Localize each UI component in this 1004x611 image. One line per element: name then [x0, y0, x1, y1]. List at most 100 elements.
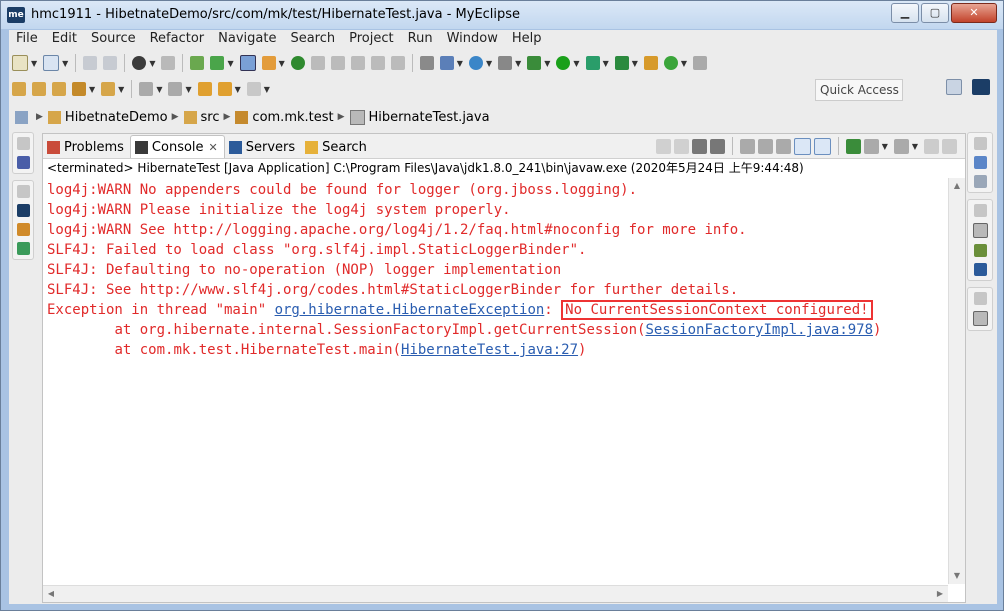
terminate-icon[interactable] [673, 138, 689, 154]
deploy-icon[interactable] [190, 56, 205, 70]
remove-all-icon[interactable] [709, 138, 725, 154]
restore-icon-5[interactable] [973, 292, 987, 305]
menu-window[interactable]: Window [440, 30, 505, 50]
tool-icon-1[interactable] [310, 56, 325, 70]
menu-search[interactable]: Search [283, 30, 342, 50]
display-console-icon[interactable] [863, 138, 879, 154]
chart-icon[interactable] [498, 56, 513, 70]
tool-icon-3[interactable] [350, 56, 365, 70]
relaunch-icon[interactable] [655, 138, 671, 154]
horizontal-scrollbar[interactable]: ◀ ▶ [43, 585, 948, 602]
servers-view-icon[interactable] [973, 263, 987, 276]
editor-area-icon[interactable] [972, 311, 988, 326]
breadcrumb-root-icon[interactable] [15, 110, 28, 124]
breadcrumb-project[interactable]: HibetnateDemo [65, 110, 168, 125]
folder-icon-3[interactable] [101, 82, 116, 96]
vertical-scrollbar[interactable]: ▲ ▼ [948, 178, 965, 584]
run-server-icon[interactable] [210, 56, 225, 70]
stacktrace-link-session-factory[interactable]: SessionFactoryImpl.java:978 [645, 322, 873, 338]
show-stdout-icon[interactable] [793, 137, 811, 155]
scroll-down-icon[interactable]: ▼ [949, 568, 965, 584]
search-tool-icon[interactable] [439, 56, 454, 70]
new-package-icon[interactable] [643, 56, 658, 70]
show-stderr-icon[interactable] [813, 137, 831, 155]
tab-problems[interactable]: Problems [43, 136, 130, 158]
last-edit-icon[interactable] [197, 82, 212, 96]
stacktrace-link-hibernate-test[interactable]: HibernateTest.java:27 [401, 342, 578, 358]
grid-icon[interactable] [261, 56, 276, 70]
save-all-icon[interactable] [103, 56, 118, 70]
breadcrumb-package[interactable]: com.mk.test [252, 110, 333, 125]
remove-launch-icon[interactable] [691, 138, 707, 154]
close-button[interactable]: ✕ [951, 3, 997, 23]
maximize-view-icon[interactable] [942, 138, 957, 154]
hierarchy-icon[interactable] [16, 223, 30, 236]
scroll-left-icon[interactable]: ◀ [43, 586, 59, 602]
open-project-icon[interactable] [12, 82, 26, 96]
menu-run[interactable]: Run [401, 30, 440, 50]
clear-console-icon[interactable] [739, 138, 755, 154]
close-icon[interactable]: ✕ [209, 141, 218, 154]
power-icon[interactable] [290, 56, 305, 70]
tab-search[interactable]: Search [301, 136, 373, 158]
breadcrumb-file[interactable]: HibernateTest.java [369, 110, 490, 125]
save-icon[interactable] [83, 56, 98, 70]
pin-console-icon[interactable] [845, 138, 861, 154]
scroll-right-icon[interactable]: ▶ [932, 586, 948, 602]
new-class-icon[interactable] [663, 56, 678, 70]
properties-icon[interactable] [972, 223, 988, 238]
menu-edit[interactable]: Edit [45, 30, 84, 50]
myeclipse-view-icon[interactable] [16, 204, 30, 217]
next-annotation-icon[interactable] [139, 82, 154, 96]
new-wizard-icon[interactable] [43, 55, 60, 71]
open-perspective-icon[interactable] [946, 79, 962, 95]
tool-icon-2[interactable] [330, 56, 345, 70]
restore-icon-4[interactable] [973, 204, 987, 217]
globe-icon[interactable] [468, 56, 483, 70]
debug-icon[interactable] [527, 56, 542, 70]
run-icon[interactable] [556, 56, 571, 70]
breadcrumb-folder[interactable]: src [201, 110, 220, 125]
task-list-icon[interactable] [973, 175, 987, 188]
open-console-icon[interactable] [893, 138, 909, 154]
print-icon[interactable] [161, 56, 176, 70]
external-tools-icon[interactable] [614, 56, 629, 70]
minimize-view-icon[interactable] [924, 138, 939, 154]
toggle-view-icon[interactable] [239, 55, 256, 71]
maximize-button[interactable]: ▢ [921, 3, 949, 23]
new-file-icon[interactable] [12, 55, 28, 71]
restore-icon-3[interactable] [973, 137, 987, 150]
forward-icon[interactable] [246, 82, 261, 96]
outline-icon[interactable] [973, 156, 987, 169]
myeclipse-perspective-icon[interactable] [972, 79, 990, 95]
exception-class-link[interactable]: org.hibernate.HibernateException [275, 302, 545, 318]
restore-icon[interactable] [16, 137, 30, 150]
block-select-icon[interactable] [419, 56, 434, 70]
prev-annotation-icon[interactable] [168, 82, 183, 96]
quick-access-field[interactable]: Quick Access [815, 79, 903, 101]
restore-icon-2[interactable] [16, 185, 30, 198]
junit-icon[interactable] [973, 244, 987, 257]
coverage-icon[interactable] [585, 56, 600, 70]
menu-navigate[interactable]: Navigate [211, 30, 283, 50]
pilcrow-icon[interactable] [390, 56, 405, 70]
profile-icon[interactable] [132, 56, 147, 70]
minimize-button[interactable]: ▁ [891, 3, 919, 23]
menu-project[interactable]: Project [342, 30, 400, 50]
tab-servers[interactable]: Servers [225, 136, 301, 158]
back-icon[interactable] [217, 82, 232, 96]
tool-icon-4[interactable] [370, 56, 385, 70]
word-wrap-icon[interactable] [775, 138, 791, 154]
hammer-icon[interactable] [72, 82, 86, 96]
scroll-lock-icon[interactable] [757, 138, 773, 154]
menu-refactor[interactable]: Refactor [143, 30, 212, 50]
folder-icon-2[interactable] [52, 82, 66, 96]
open-type-icon[interactable] [693, 56, 708, 70]
console-output[interactable]: log4j:WARN No appenders could be found f… [47, 180, 942, 584]
scroll-up-icon[interactable]: ▲ [949, 178, 965, 194]
tab-console[interactable]: Console ✕ [129, 135, 225, 158]
folder-icon-1[interactable] [32, 82, 46, 96]
package-explorer-icon[interactable] [16, 156, 30, 169]
menu-source[interactable]: Source [84, 30, 143, 50]
menu-file[interactable]: File [9, 30, 45, 50]
